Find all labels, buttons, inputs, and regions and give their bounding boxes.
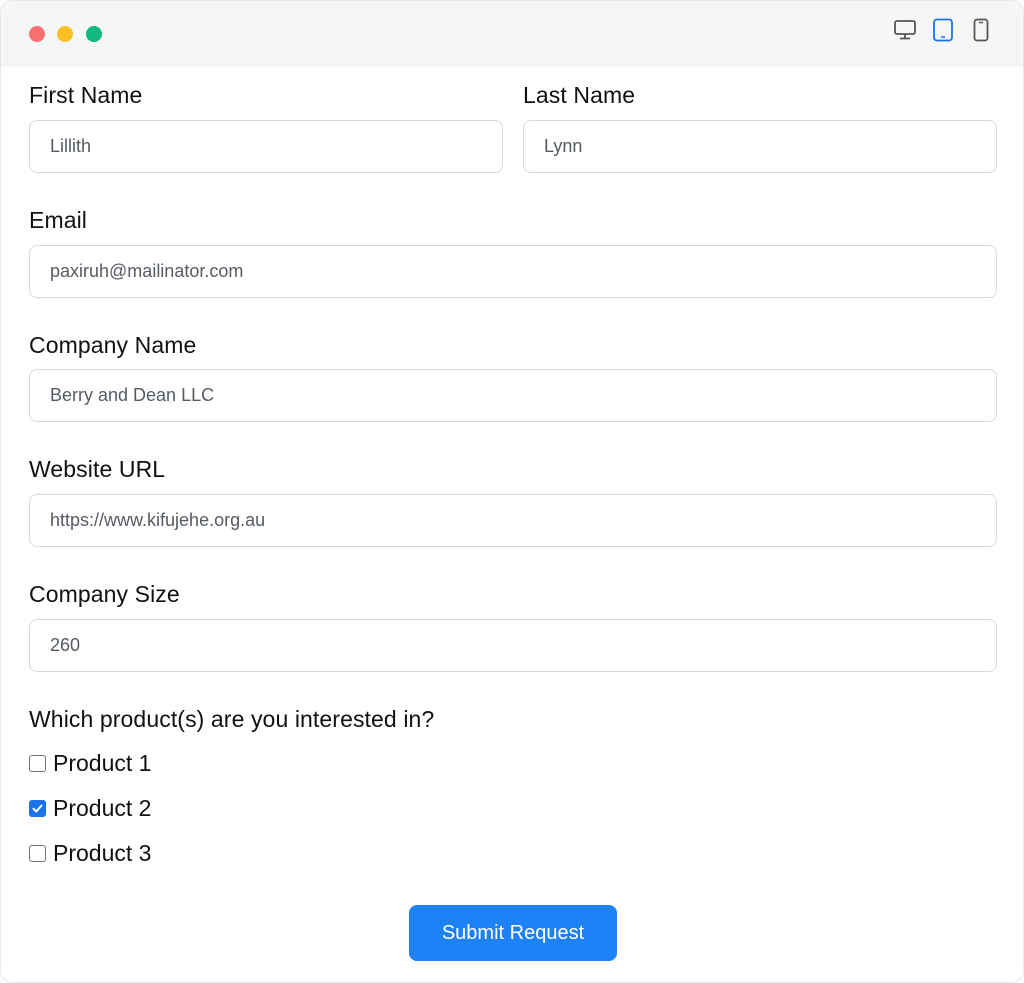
company-name-input[interactable]: Berry and Dean LLC bbox=[29, 369, 997, 422]
product-2-label: Product 2 bbox=[53, 794, 152, 821]
first-name-input[interactable]: Lillith bbox=[29, 120, 503, 173]
product-option-1[interactable]: Product 1 bbox=[29, 748, 151, 778]
window-titlebar bbox=[1, 1, 1023, 67]
product-1-checkbox[interactable] bbox=[29, 754, 46, 772]
tablet-icon[interactable] bbox=[930, 17, 956, 43]
email-input[interactable]: paxiruh@mailinator.com bbox=[29, 245, 997, 298]
maximize-window-button[interactable] bbox=[86, 26, 102, 42]
product-option-3[interactable]: Product 3 bbox=[29, 838, 151, 868]
browser-window: First Name Lillith Last Name Lynn Email … bbox=[0, 0, 1024, 983]
desktop-icon[interactable] bbox=[892, 17, 918, 43]
last-name-label: Last Name bbox=[523, 82, 636, 108]
product-3-label: Product 3 bbox=[53, 839, 152, 866]
website-url-input[interactable]: https://www.kifujehe.org.au bbox=[29, 494, 997, 547]
email-label: Email bbox=[29, 207, 88, 233]
product-3-checkbox[interactable] bbox=[29, 844, 46, 862]
last-name-input[interactable]: Lynn bbox=[523, 120, 997, 173]
company-name-label: Company Name bbox=[29, 332, 197, 358]
checkmark-icon bbox=[32, 804, 43, 812]
first-name-label: First Name bbox=[29, 82, 143, 108]
website-url-label: Website URL bbox=[29, 456, 166, 482]
product-1-label: Product 1 bbox=[53, 749, 152, 776]
close-window-button[interactable] bbox=[29, 26, 45, 42]
product-option-2[interactable]: Product 2 bbox=[29, 793, 151, 823]
company-size-input[interactable]: 260 bbox=[29, 619, 997, 672]
minimize-window-button[interactable] bbox=[57, 26, 73, 42]
product-2-checkbox[interactable] bbox=[29, 799, 46, 817]
submit-request-button[interactable]: Submit Request bbox=[409, 905, 617, 961]
company-size-label: Company Size bbox=[29, 581, 180, 607]
mobile-icon[interactable] bbox=[968, 17, 994, 43]
products-question-label: Which product(s) are you interested in? bbox=[29, 706, 435, 732]
